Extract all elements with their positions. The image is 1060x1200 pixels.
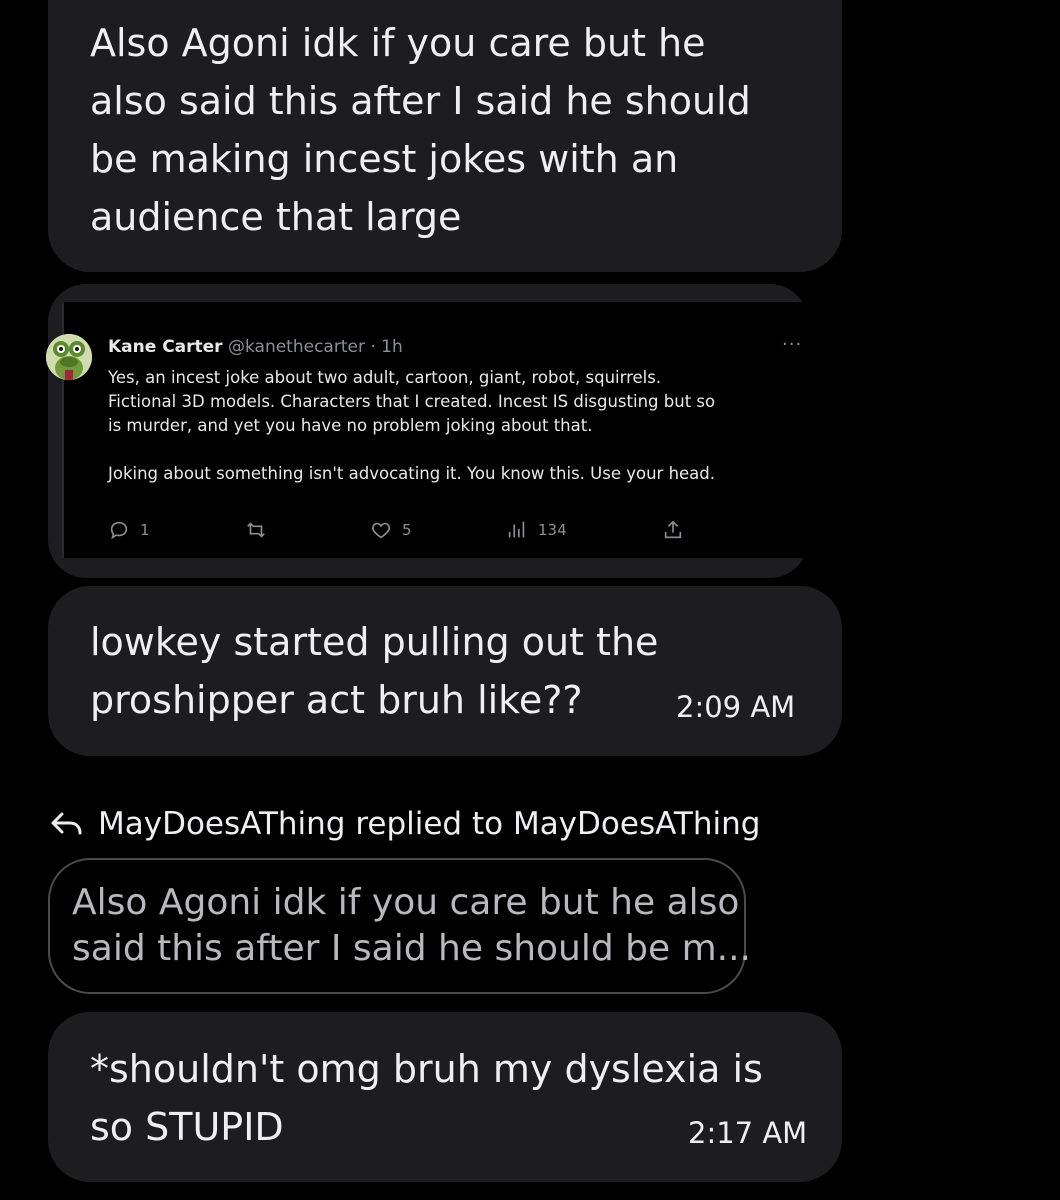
reply-header-text: MayDoesAThing replied to MayDoesAThing bbox=[98, 806, 761, 842]
reply-context: MayDoesAThing replied to MayDoesAThing bbox=[50, 806, 760, 842]
view-count: 134 bbox=[538, 521, 567, 539]
tweet-author-handle[interactable]: @kanethecarter · 1h bbox=[228, 337, 403, 357]
like-action[interactable]: 5 bbox=[370, 519, 412, 541]
frog-avatar-icon bbox=[46, 334, 92, 380]
avatar[interactable] bbox=[46, 334, 92, 380]
reply-action[interactable]: 1 bbox=[108, 519, 150, 541]
like-count: 5 bbox=[402, 521, 412, 539]
retweet-action[interactable] bbox=[244, 519, 268, 541]
more-options-icon[interactable]: ··· bbox=[782, 334, 802, 355]
reply-count: 1 bbox=[140, 521, 150, 539]
message-text: lowkey started pulling out the proshippe… bbox=[90, 620, 659, 722]
tweet-header: Kane Carter @kanethecarter · 1h bbox=[108, 337, 403, 357]
message-timestamp: 2:09 AM bbox=[676, 690, 796, 724]
quoted-message-text: Also Agoni idk if you care but he also s… bbox=[72, 882, 751, 969]
views-action[interactable]: 134 bbox=[506, 519, 567, 541]
tweet-body: Yes, an incest joke about two adult, car… bbox=[108, 368, 716, 483]
share-icon bbox=[664, 520, 682, 539]
reply-icon bbox=[110, 521, 128, 540]
message-text: Also Agoni idk if you care but he also s… bbox=[90, 21, 751, 239]
heart-icon bbox=[372, 522, 390, 539]
views-icon bbox=[508, 521, 525, 538]
tweet-author-name[interactable]: Kane Carter bbox=[108, 337, 223, 357]
message-timestamp: 2:17 AM bbox=[688, 1116, 808, 1150]
retweet-icon bbox=[247, 522, 265, 538]
reply-arrow-icon bbox=[51, 812, 82, 835]
share-action[interactable] bbox=[662, 519, 684, 541]
